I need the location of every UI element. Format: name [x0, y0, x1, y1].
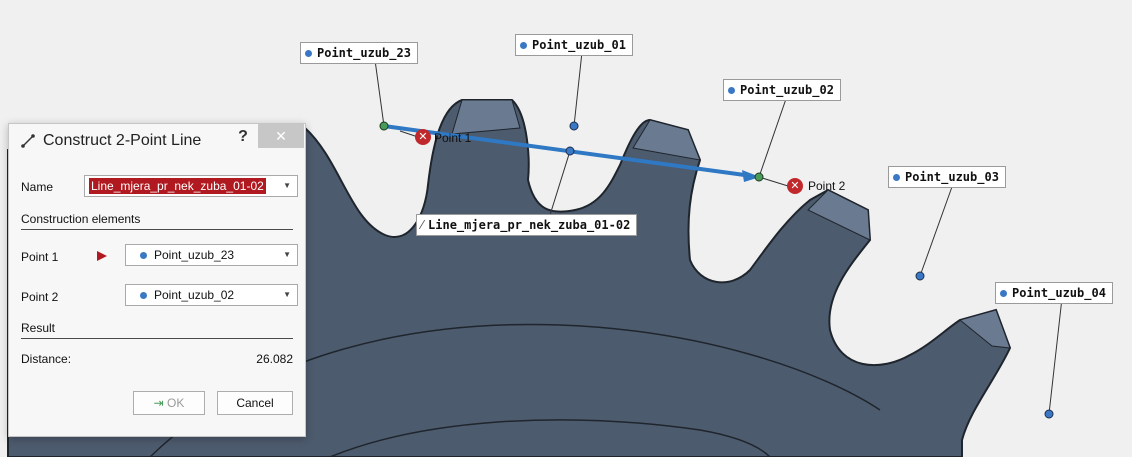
point2-label: Point 2	[21, 290, 59, 304]
cancel-button[interactable]: Cancel	[217, 391, 293, 415]
callout-label: Point_uzub_04	[1012, 286, 1106, 300]
error-icon: ✕	[415, 129, 431, 145]
tooth-tip	[451, 99, 521, 135]
enter-icon: ⇥	[153, 396, 164, 410]
point-icon	[140, 251, 147, 259]
leader-line	[919, 183, 954, 277]
callout-point-uzub-02[interactable]: Point_uzub_02	[723, 79, 841, 101]
cancel-button-label: Cancel	[236, 396, 274, 410]
leader-line	[758, 95, 788, 178]
active-pointer-icon	[97, 251, 107, 261]
point-uzub-01-marker[interactable]	[569, 121, 579, 131]
line-icon: ⁄	[421, 218, 424, 232]
leader-line	[549, 150, 571, 216]
point1-label: Point 1	[21, 250, 59, 264]
point1-tag: Point 1	[434, 131, 472, 145]
help-button[interactable]: ?	[233, 128, 253, 150]
chevron-down-icon: ▼	[283, 290, 291, 299]
callout-label: Point_uzub_01	[532, 38, 626, 52]
leader-line	[1048, 297, 1063, 415]
section-divider	[21, 229, 293, 230]
callout-point-uzub-04[interactable]: Point_uzub_04	[995, 282, 1113, 304]
dialog-title-bar[interactable]: Construct 2-Point Line ? ✕	[9, 124, 305, 158]
point1-select-value: Point_uzub_23	[154, 248, 235, 262]
leader-line	[758, 176, 789, 187]
point-uzub-23-marker[interactable]	[379, 121, 389, 131]
ok-button[interactable]: ⇥ OK	[133, 391, 205, 415]
leader-line	[573, 51, 583, 127]
point-uzub-02-marker[interactable]	[754, 172, 764, 182]
error-icon: ✕	[787, 178, 803, 194]
point2-select[interactable]: Point_uzub_02 ▼	[125, 284, 298, 306]
leader-line	[374, 59, 385, 127]
callout-label: Line_mjera_pr_nek_zuba_01-02	[428, 218, 631, 232]
name-label: Name	[21, 180, 54, 194]
section-divider	[21, 338, 293, 339]
point-icon	[728, 86, 735, 94]
point-icon	[140, 291, 147, 299]
callout-label: Point_uzub_23	[317, 46, 411, 60]
ok-button-label: OK	[167, 396, 185, 410]
callout-label: Point_uzub_02	[740, 83, 834, 97]
chevron-down-icon: ▼	[283, 181, 291, 190]
point-icon	[520, 41, 527, 49]
line-midpoint-marker[interactable]	[565, 146, 575, 156]
callout-line[interactable]: ⁄ Line_mjera_pr_nek_zuba_01-02	[416, 214, 638, 236]
name-field-value: Line_mjera_pr_nek_zuba_01-02	[89, 178, 266, 194]
point-uzub-03-marker[interactable]	[915, 271, 925, 281]
point-icon	[305, 49, 312, 57]
construct-line-dialog: Construct 2-Point Line ? ✕ Name Line_mje…	[8, 123, 306, 437]
point-icon	[1000, 289, 1007, 297]
callout-point-uzub-03[interactable]: Point_uzub_03	[888, 166, 1006, 188]
point-icon	[893, 173, 900, 181]
point1-select[interactable]: Point_uzub_23 ▼	[125, 244, 298, 266]
result-title: Result	[21, 321, 56, 335]
point2-tag: Point 2	[808, 179, 846, 193]
close-button[interactable]: ✕	[258, 124, 304, 148]
construction-elements-title: Construction elements	[21, 212, 141, 226]
callout-point-uzub-23[interactable]: Point_uzub_23	[300, 42, 418, 64]
name-field[interactable]: Line_mjera_pr_nek_zuba_01-02 ▼	[84, 175, 298, 197]
distance-value: 26.082	[256, 352, 293, 366]
point2-select-value: Point_uzub_02	[154, 288, 235, 302]
dialog-title: Construct 2-Point Line	[43, 132, 202, 149]
callout-label: Point_uzub_03	[905, 170, 999, 184]
callout-point-uzub-01[interactable]: Point_uzub_01	[515, 34, 633, 56]
chevron-down-icon: ▼	[283, 250, 291, 259]
distance-label: Distance:	[21, 352, 72, 366]
point-uzub-04-marker[interactable]	[1044, 409, 1054, 419]
line-tool-icon	[21, 134, 35, 148]
